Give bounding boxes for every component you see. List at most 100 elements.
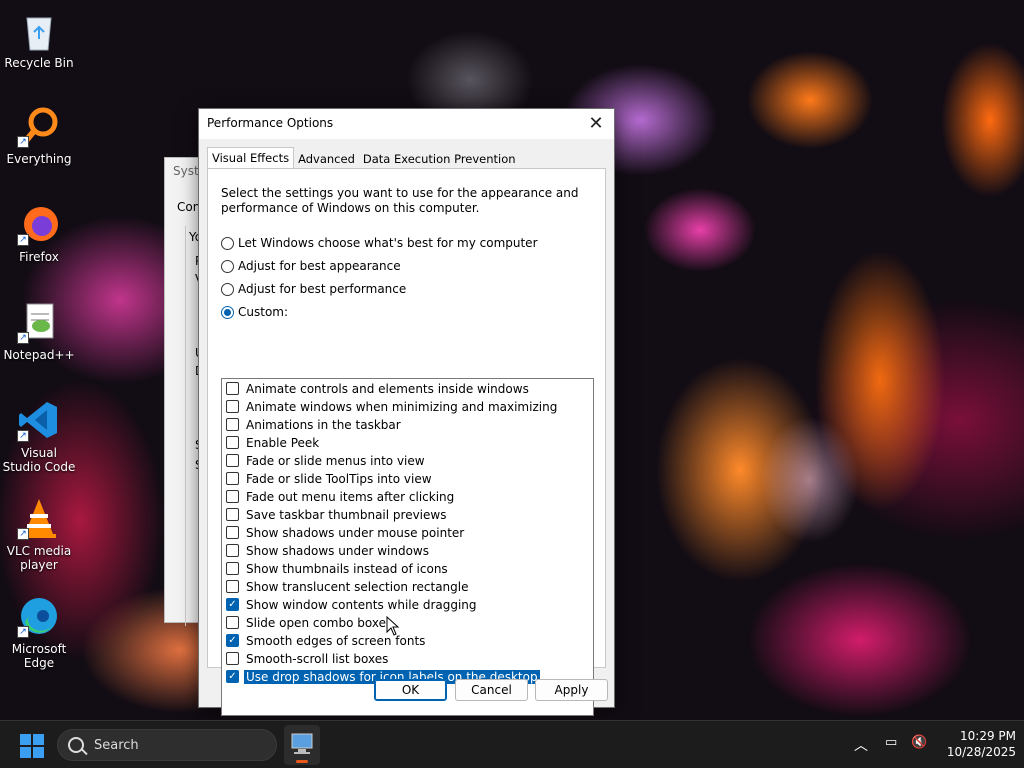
everything-search-icon: ↗: [17, 104, 61, 148]
visual-effects-list[interactable]: Animate controls and elements inside win…: [221, 378, 594, 716]
desktop-icon-label: Visual Studio Code: [2, 446, 76, 474]
radio-label: Adjust for best performance: [238, 282, 407, 296]
shortcut-arrow-icon: ↗: [17, 528, 29, 540]
mouse-cursor-icon: [386, 616, 400, 636]
list-item[interactable]: Fade or slide menus into view: [226, 452, 427, 469]
taskbar: Search ︿ ▭ 🔇 10:29 PM 10/28/2025: [0, 720, 1024, 768]
list-item[interactable]: Slide open combo boxes: [226, 614, 394, 631]
tab-data-execution-prevention[interactable]: Data Execution Prevention: [359, 149, 520, 169]
desktop-icon-everything[interactable]: ↗ Everything: [2, 104, 76, 166]
system-properties-icon: [291, 733, 313, 754]
checkbox[interactable]: [226, 616, 239, 629]
list-item-label: Smooth-scroll list boxes: [246, 651, 389, 666]
list-item[interactable]: Show translucent selection rectangle: [226, 578, 471, 595]
checkbox[interactable]: [226, 508, 239, 521]
checkbox[interactable]: [226, 436, 239, 449]
cancel-button[interactable]: Cancel: [455, 679, 528, 701]
checkbox[interactable]: [226, 580, 239, 593]
volume-muted-icon[interactable]: 🔇: [911, 735, 929, 751]
list-item-label: Slide open combo boxes: [246, 615, 393, 630]
dialog-titlebar[interactable]: Performance Options ✕: [199, 109, 614, 139]
checkbox-checked[interactable]: ✓: [226, 670, 239, 683]
radio-button[interactable]: [221, 236, 234, 250]
firefox-icon: ↗: [17, 202, 61, 246]
radio-label: Custom:: [238, 305, 289, 319]
checkbox[interactable]: [226, 490, 239, 503]
checkbox[interactable]: [226, 418, 239, 431]
apply-button[interactable]: Apply: [535, 679, 608, 701]
performance-options-dialog[interactable]: Performance Options ✕ Visual Effects Adv…: [198, 108, 615, 716]
network-icon[interactable]: ▭: [885, 735, 903, 751]
list-item[interactable]: Animate windows when minimizing and maxi…: [226, 398, 559, 415]
list-item[interactable]: ✓ Show window contents while dragging: [226, 596, 479, 613]
checkbox[interactable]: [226, 382, 239, 395]
checkbox[interactable]: [226, 652, 239, 665]
list-item-label: Show translucent selection rectangle: [246, 579, 469, 594]
taskbar-search-box[interactable]: Search: [57, 729, 277, 761]
desktop-icon-firefox[interactable]: ↗ Firefox: [2, 202, 76, 264]
close-icon[interactable]: ✕: [584, 112, 608, 136]
radio-custom[interactable]: Custom:: [221, 305, 288, 319]
list-item[interactable]: Fade out menu items after clicking: [226, 488, 456, 505]
taskbar-clock[interactable]: 10:29 PM 10/28/2025: [936, 728, 1016, 760]
radio-button-selected[interactable]: [221, 305, 234, 319]
list-item[interactable]: Animations in the taskbar: [226, 416, 403, 433]
list-item[interactable]: Smooth-scroll list boxes: [226, 650, 390, 667]
dialog-title: Performance Options: [207, 116, 334, 130]
taskbar-app-system-properties[interactable]: [284, 725, 320, 765]
desktop-icon-label: Recycle Bin: [4, 56, 74, 70]
desktop-icon-label: Firefox: [19, 250, 59, 264]
radio-button[interactable]: [221, 259, 234, 273]
radio-let-windows-choose[interactable]: Let Windows choose what's best for my co…: [221, 236, 538, 250]
tab-advanced[interactable]: Advanced: [294, 149, 359, 169]
checkbox[interactable]: [226, 454, 239, 467]
checkbox[interactable]: [226, 400, 239, 413]
list-item-label: Fade out menu items after clicking: [246, 489, 455, 504]
desktop-icon-label: Notepad++: [3, 348, 75, 362]
radio-best-performance[interactable]: Adjust for best performance: [221, 282, 406, 296]
desktop-icon-label: Microsoft Edge: [11, 642, 67, 670]
checkbox-checked[interactable]: ✓: [226, 598, 239, 611]
shortcut-arrow-icon: ↗: [17, 332, 29, 344]
desktop-icon-notepad-plus-plus[interactable]: ↗ Notepad++: [2, 300, 76, 362]
list-item[interactable]: Show shadows under mouse pointer: [226, 524, 466, 541]
radio-best-appearance[interactable]: Adjust for best appearance: [221, 259, 401, 273]
list-item-label: Show shadows under mouse pointer: [246, 525, 465, 540]
list-item[interactable]: Show thumbnails instead of icons: [226, 560, 450, 577]
clock-time: 10:29 PM: [960, 729, 1016, 743]
list-item[interactable]: Animate controls and elements inside win…: [226, 380, 531, 397]
desktop-icon-vlc[interactable]: ↗ VLC media player: [2, 496, 76, 572]
list-item-label: Animate windows when minimizing and maxi…: [246, 399, 558, 414]
checkbox[interactable]: [226, 526, 239, 539]
recycle-bin-icon: [17, 8, 61, 52]
dialog-tabs: Visual Effects Advanced Data Execution P…: [207, 147, 520, 169]
ok-button[interactable]: OK: [374, 679, 447, 701]
list-item[interactable]: Show shadows under windows: [226, 542, 431, 559]
radio-button[interactable]: [221, 282, 234, 296]
list-item[interactable]: Save taskbar thumbnail previews: [226, 506, 448, 523]
checkbox[interactable]: [226, 562, 239, 575]
shortcut-arrow-icon: ↗: [17, 430, 29, 442]
checkbox[interactable]: [226, 472, 239, 485]
chevron-up-icon[interactable]: ︿: [854, 735, 868, 755]
active-app-indicator: [296, 760, 308, 763]
search-icon: [68, 737, 84, 753]
checkbox[interactable]: [226, 544, 239, 557]
clock-date: 10/28/2025: [946, 745, 1016, 759]
radio-label: Adjust for best appearance: [238, 259, 401, 273]
list-item-label: Fade or slide ToolTips into view: [246, 471, 432, 486]
tab-visual-effects[interactable]: Visual Effects: [207, 147, 295, 169]
list-item[interactable]: Fade or slide ToolTips into view: [226, 470, 434, 487]
list-item-label: Show window contents while dragging: [246, 597, 477, 612]
checkbox-checked[interactable]: ✓: [226, 634, 239, 647]
list-item[interactable]: Enable Peek: [226, 434, 321, 451]
list-item-label: Fade or slide menus into view: [246, 453, 425, 468]
start-button-windows-icon[interactable]: [20, 734, 44, 758]
radio-label: Let Windows choose what's best for my co…: [238, 236, 538, 250]
desktop-icon-recycle-bin[interactable]: Recycle Bin: [2, 8, 76, 70]
list-item-label: Save taskbar thumbnail previews: [246, 507, 447, 522]
list-item-label: Animate controls and elements inside win…: [246, 381, 529, 396]
desktop-icon-vscode[interactable]: ↗ Visual Studio Code: [2, 398, 76, 474]
desktop-icon-edge[interactable]: ↗ Microsoft Edge: [2, 594, 76, 670]
list-item-label: Animations in the taskbar: [246, 417, 401, 432]
